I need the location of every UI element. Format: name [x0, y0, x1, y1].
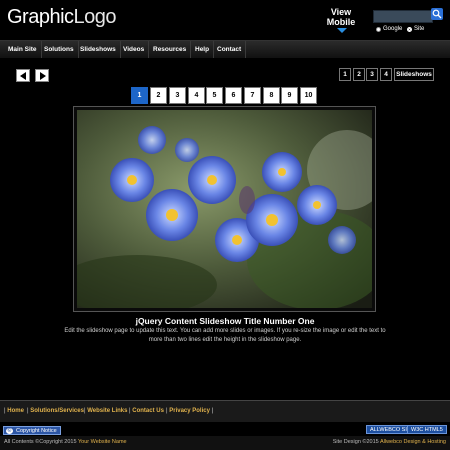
footer-links-bar: | Home | Solutions/Services | Website Li… [0, 400, 450, 422]
view-mobile-line2: Mobile [326, 17, 356, 27]
slideshows-button[interactable]: Slideshows [394, 68, 434, 81]
copyright-text: All Contents ©Copyright 2015 Your Websit… [4, 439, 127, 445]
footer-link-privacy-label: Privacy Policy [169, 408, 210, 414]
nav-item-slideshows[interactable]: Slideshows [76, 41, 121, 58]
pager-5[interactable]: 5 [206, 87, 223, 104]
copyright-notice-label: Copyright Notice [16, 428, 57, 434]
nav-item-resources[interactable]: Resources [149, 41, 192, 58]
radio-site-label: Site [414, 26, 425, 32]
radio-site[interactable]: Site [407, 26, 424, 32]
website-name-link[interactable]: Your Website Name [78, 439, 127, 445]
nav-item-videos[interactable]: Videos [119, 41, 150, 58]
footer-link-solutions-label: Solutions/Services [30, 408, 84, 414]
footer-link-website-links[interactable]: | Website Links [84, 408, 127, 414]
allwebco-link[interactable]: Allwebco Design & Hosting [380, 439, 446, 445]
footer-link-contact-label: Contact Us [132, 408, 164, 414]
slide-image[interactable] [77, 110, 372, 308]
bottom-bar: All Contents ©Copyright 2015 Your Websit… [0, 436, 450, 450]
pager-2[interactable]: 2 [150, 87, 167, 104]
slideshow-page-2[interactable]: 2 [353, 68, 365, 81]
radio-google-label: Google [383, 26, 403, 32]
search-input[interactable] [373, 10, 433, 23]
logo-text-thin: Logo [73, 6, 117, 28]
slideshow-page-4[interactable]: 4 [380, 68, 392, 81]
radio-google-input[interactable] [376, 26, 381, 32]
slideshow-page-3[interactable]: 3 [366, 68, 378, 81]
nav-item-help[interactable]: Help [191, 41, 215, 58]
pager-1[interactable]: 1 [131, 87, 148, 104]
search-icon [432, 9, 442, 19]
header: GraphicLogo View Mobile Google Site [0, 0, 450, 40]
search-button[interactable] [431, 8, 443, 20]
pager-7[interactable]: 7 [244, 87, 261, 104]
nav-item-contact[interactable]: Contact [213, 41, 247, 58]
pager-9[interactable]: 9 [281, 87, 298, 104]
pager-6[interactable]: 6 [225, 87, 242, 104]
arrow-right-icon [40, 72, 46, 80]
slideshow-page-1[interactable]: 1 [339, 68, 351, 81]
copyright-prefix: All Contents ©Copyright 2015 [4, 439, 77, 445]
footer-link-home-label: Home [7, 408, 24, 414]
slide-description: Edit the slideshow page to update this t… [64, 328, 386, 343]
radio-site-input[interactable] [407, 26, 412, 32]
footer-link-solutions[interactable]: | Solutions/Services [27, 408, 84, 414]
footer-link-website-links-label: Website Links [87, 408, 128, 414]
arrow-left-icon [20, 72, 26, 80]
nav-item-solutions[interactable]: Solutions [40, 41, 79, 58]
copyright-notice-badge[interactable]: © Copyright Notice [3, 426, 61, 435]
view-mobile-line1: View [330, 7, 352, 17]
flower-photo [77, 110, 372, 308]
site-logo[interactable]: GraphicLogo [7, 6, 117, 29]
copyright-icon: © [6, 428, 13, 434]
slide-title: jQuery Content Slideshow Title Number On… [135, 316, 315, 326]
footer-link-privacy[interactable]: | Privacy Policy | [166, 408, 213, 414]
pager-3[interactable]: 3 [169, 87, 186, 104]
next-slide-button[interactable] [35, 69, 49, 82]
prev-slide-button[interactable] [16, 69, 30, 82]
footer-link-home[interactable]: | Home [4, 408, 24, 414]
radio-google[interactable]: Google [376, 26, 402, 32]
pager-10[interactable]: 10 [300, 87, 317, 104]
pager-8[interactable]: 8 [263, 87, 280, 104]
site-design-credit: Site Design ©2015 Allwebco Design & Host… [333, 439, 446, 445]
slide-frame [73, 106, 376, 312]
logo-text-bold: Graphic [7, 6, 74, 28]
mobile-arrow-icon [337, 28, 347, 33]
footer-link-contact[interactable]: | Contact Us [129, 408, 164, 414]
site-design-prefix: Site Design ©2015 [332, 439, 379, 445]
pager-4[interactable]: 4 [188, 87, 205, 104]
main-nav: Main Site Solutions Slideshows Videos Re… [0, 40, 450, 59]
nav-item-main-site[interactable]: Main Site [4, 41, 42, 58]
view-mobile-link[interactable]: View Mobile [320, 7, 362, 33]
w3c-html5-badge[interactable]: W3C HTML5 [407, 425, 447, 434]
